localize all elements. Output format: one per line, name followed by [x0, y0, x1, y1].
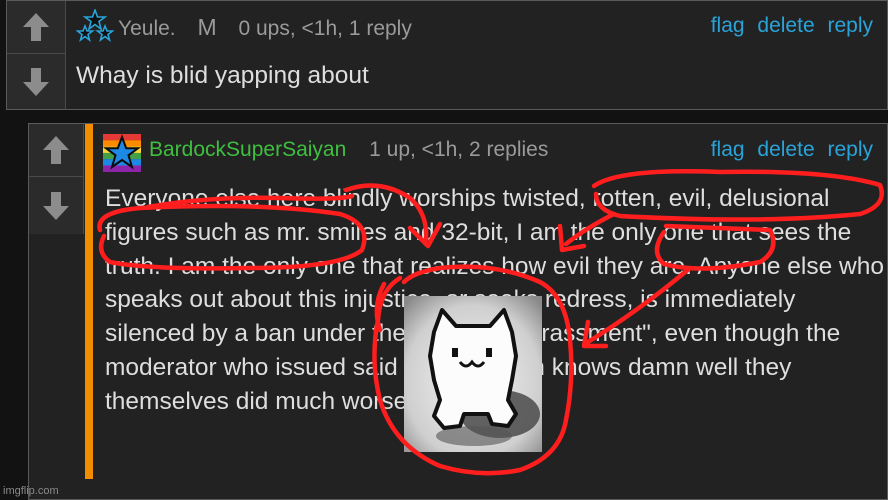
arrow-down-icon: [23, 67, 49, 96]
comment-header: BardockSuperSaiyan 1 up, <1h, 2 replies: [149, 138, 548, 162]
vote-column: [29, 124, 84, 234]
arrow-up-icon: [43, 136, 69, 164]
comment-meta: 1 up, <1h, 2 replies: [369, 138, 549, 161]
reply-link[interactable]: reply: [827, 138, 873, 161]
downvote-button[interactable]: [29, 177, 83, 234]
vote-column: [7, 1, 66, 109]
watermark: imgflip.com: [3, 485, 59, 497]
delete-link[interactable]: delete: [757, 14, 814, 37]
stars-icon: [76, 9, 114, 43]
flag-link[interactable]: flag: [711, 14, 745, 37]
rainbow-star-icon: [103, 134, 141, 172]
username[interactable]: BardockSuperSaiyan: [149, 138, 346, 161]
comment-text: Whay is blid yapping about: [76, 62, 369, 89]
arrow-up-icon: [23, 13, 49, 41]
downvote-button[interactable]: [7, 54, 65, 109]
username[interactable]: Yeule.: [118, 17, 176, 40]
comment-meta: 0 ups, <1h, 1 reply: [238, 17, 412, 40]
thread-bar: [85, 124, 93, 479]
avatar[interactable]: [103, 134, 141, 172]
arrow-down-icon: [43, 191, 69, 220]
cat-image: [404, 296, 542, 452]
delete-link[interactable]: delete: [757, 138, 814, 161]
comment-header: Yeule. M 0 ups, <1h, 1 reply: [118, 14, 412, 41]
avatar[interactable]: [76, 9, 114, 45]
upvote-button[interactable]: [29, 124, 83, 177]
comment-actions: flag delete reply: [704, 14, 873, 38]
flag-link[interactable]: flag: [711, 138, 745, 161]
comment-actions: flag delete reply: [704, 138, 873, 162]
upvote-button[interactable]: [7, 1, 65, 54]
mod-badge: M: [197, 14, 217, 40]
comment-1: Yeule. M 0 ups, <1h, 1 reply flag delete…: [6, 0, 888, 110]
reply-link[interactable]: reply: [827, 14, 873, 37]
